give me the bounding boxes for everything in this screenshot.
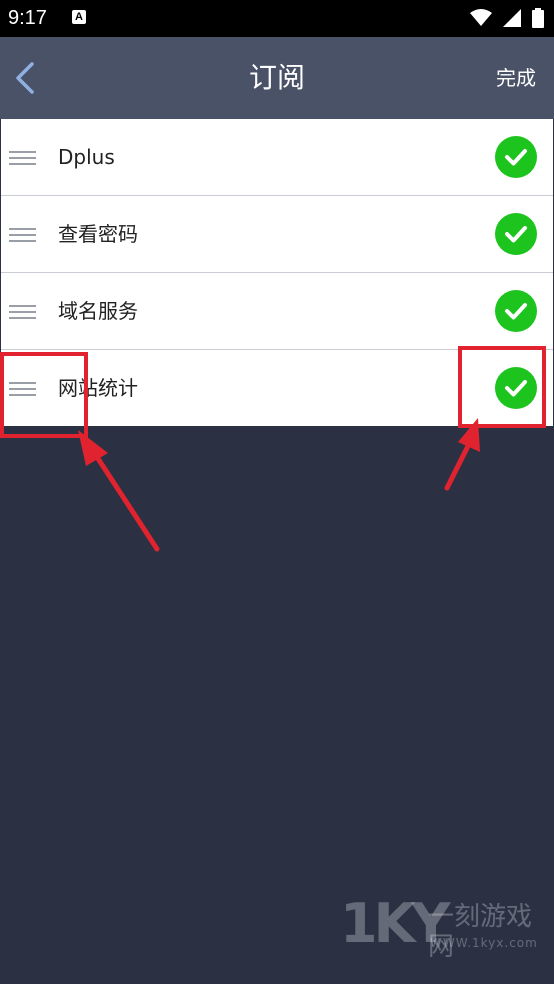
annotation-arrows: [78, 418, 480, 552]
watermark-name: 一刻游戏网: [428, 902, 533, 962]
arrow-head-right: [458, 418, 480, 452]
arrow-head-left: [78, 430, 108, 466]
arrow-to-drag-handle: [94, 454, 160, 552]
watermark-url: WWW.1kyx.com: [430, 936, 538, 950]
watermark: 1KY 一刻游戏网 WWW.1kyx.com: [340, 896, 550, 963]
arrow-to-check: [444, 443, 471, 491]
